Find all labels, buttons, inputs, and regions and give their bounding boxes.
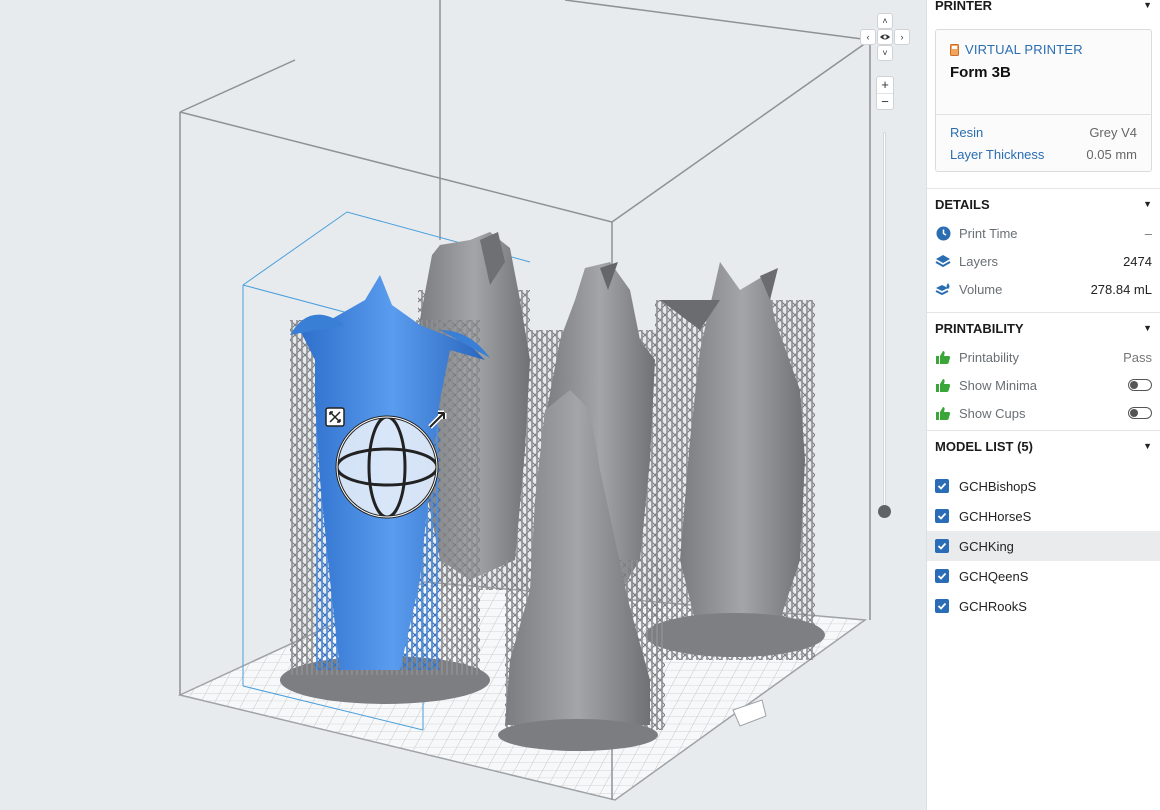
model-visible-checkbox[interactable] xyxy=(935,569,949,583)
side-panel: PRINTER ▼ VIRTUAL PRINTER Form 3B Resin … xyxy=(926,0,1160,810)
zoom-control: + − xyxy=(876,76,894,110)
volume-value: 278.84 mL xyxy=(1090,281,1152,297)
printer-section-header[interactable]: PRINTER ▼ xyxy=(927,0,1160,13)
rotation-gizmo xyxy=(335,415,439,519)
3d-viewport[interactable]: ˄ ‹ › ˅ + − xyxy=(0,0,926,810)
printer-summary[interactable]: VIRTUAL PRINTER Form 3B xyxy=(936,30,1151,114)
printer-kind-label: VIRTUAL PRINTER xyxy=(965,42,1083,57)
resin-value: Grey V4 xyxy=(1089,124,1137,140)
caret-down-icon: ▼ xyxy=(1143,441,1152,451)
printability-label: Printability xyxy=(959,349,1019,365)
model-row-king[interactable]: GCHKing xyxy=(927,531,1160,561)
thumbs-up-icon xyxy=(935,405,951,421)
check-icon xyxy=(937,602,947,610)
zoom-in-button[interactable]: + xyxy=(877,77,893,93)
zoom-out-button[interactable]: − xyxy=(877,93,893,109)
model-name: GCHBishopS xyxy=(959,478,1037,494)
caret-down-icon: ▼ xyxy=(1143,199,1152,209)
check-icon xyxy=(937,482,947,490)
model-visible-checkbox[interactable] xyxy=(935,509,949,523)
model-row-bishop[interactable]: GCHBishopS xyxy=(927,471,1160,501)
model-list-section-header[interactable]: MODEL LIST (5) ▼ xyxy=(927,431,1160,461)
view-home-button[interactable] xyxy=(877,29,893,45)
layers-label: Layers xyxy=(959,253,999,269)
volume-row: Volume 278.84 mL xyxy=(927,275,1160,303)
model-list-section-title: MODEL LIST (5) xyxy=(935,438,1033,454)
show-minima-toggle[interactable] xyxy=(1128,379,1152,391)
printer-card[interactable]: VIRTUAL PRINTER Form 3B Resin Grey V4 La… xyxy=(935,29,1152,172)
layers-icon xyxy=(935,253,951,269)
layer-thickness-value: 0.05 mm xyxy=(1086,146,1137,162)
printability-value: Pass xyxy=(1123,349,1152,365)
show-cups-row: Show Cups xyxy=(927,399,1160,427)
layer-thickness-label: Layer Thickness xyxy=(950,146,1045,162)
layer-slider-track[interactable] xyxy=(883,132,886,514)
model-visible-checkbox[interactable] xyxy=(935,539,949,553)
prop-row-resin[interactable]: Resin Grey V4 xyxy=(950,121,1137,143)
show-cups-label: Show Cups xyxy=(959,405,1026,421)
view-right-button[interactable]: › xyxy=(894,29,910,45)
printer-props: Resin Grey V4 Layer Thickness 0.05 mm xyxy=(936,114,1151,171)
printer-model-name: Form 3B xyxy=(950,64,1011,81)
model-row-queen[interactable]: GCHQeenS xyxy=(927,561,1160,591)
show-minima-row: Show Minima xyxy=(927,371,1160,399)
thumbs-up-icon xyxy=(935,349,951,365)
volume-label: Volume xyxy=(959,281,1003,297)
model-name: GCHKing xyxy=(959,538,1014,554)
scale-handle xyxy=(325,407,345,427)
model-visible-checkbox[interactable] xyxy=(935,479,949,493)
printer-kind: VIRTUAL PRINTER xyxy=(950,42,1137,57)
details-section-header[interactable]: DETAILS ▼ xyxy=(927,189,1160,219)
show-cups-toggle[interactable] xyxy=(1128,407,1152,419)
check-icon xyxy=(937,572,947,580)
model-rook xyxy=(645,262,825,660)
printer-section-title: PRINTER xyxy=(935,0,993,13)
model-list: GCHBishopS GCHHorseS GCHKing GCHQeenS GC… xyxy=(927,461,1160,621)
print-time-label: Print Time xyxy=(959,225,1018,241)
model-row-horse[interactable]: GCHHorseS xyxy=(927,501,1160,531)
caret-down-icon: ▼ xyxy=(1143,0,1152,10)
model-name: GCHRookS xyxy=(959,598,1027,614)
eye-icon xyxy=(880,34,890,40)
clock-icon xyxy=(935,225,951,241)
model-name: GCHQeenS xyxy=(959,568,1029,584)
view-up-button[interactable]: ˄ xyxy=(877,13,893,29)
printability-section-title: PRINTABILITY xyxy=(935,320,1024,336)
model-row-rook[interactable]: GCHRookS xyxy=(927,591,1160,621)
layers-row: Layers 2474 xyxy=(927,247,1160,275)
layers-value: 2474 xyxy=(1123,253,1152,269)
caret-down-icon: ▼ xyxy=(1143,323,1152,333)
show-minima-label: Show Minima xyxy=(959,377,1038,393)
resin-tank-icon xyxy=(950,43,959,56)
print-time-value: – xyxy=(1144,225,1152,241)
check-icon xyxy=(937,512,947,520)
model-name: GCHHorseS xyxy=(959,508,1032,524)
details-section-title: DETAILS xyxy=(935,196,990,212)
view-down-button[interactable]: ˅ xyxy=(877,45,893,61)
print-time-row: Print Time – xyxy=(927,219,1160,247)
view-left-button[interactable]: ‹ xyxy=(860,29,876,45)
volume-drop-icon xyxy=(935,281,951,297)
layer-slider-handle[interactable] xyxy=(878,505,891,518)
printability-section-header[interactable]: PRINTABILITY ▼ xyxy=(927,313,1160,343)
model-visible-checkbox[interactable] xyxy=(935,599,949,613)
build-volume-scene[interactable] xyxy=(0,0,926,810)
printability-row: Printability Pass xyxy=(927,343,1160,371)
prop-row-layer-thickness[interactable]: Layer Thickness 0.05 mm xyxy=(950,143,1137,165)
thumbs-up-icon xyxy=(935,377,951,393)
resin-label: Resin xyxy=(950,124,984,140)
check-icon xyxy=(937,542,947,550)
view-nav-control: ˄ ‹ › ˅ xyxy=(860,13,910,61)
